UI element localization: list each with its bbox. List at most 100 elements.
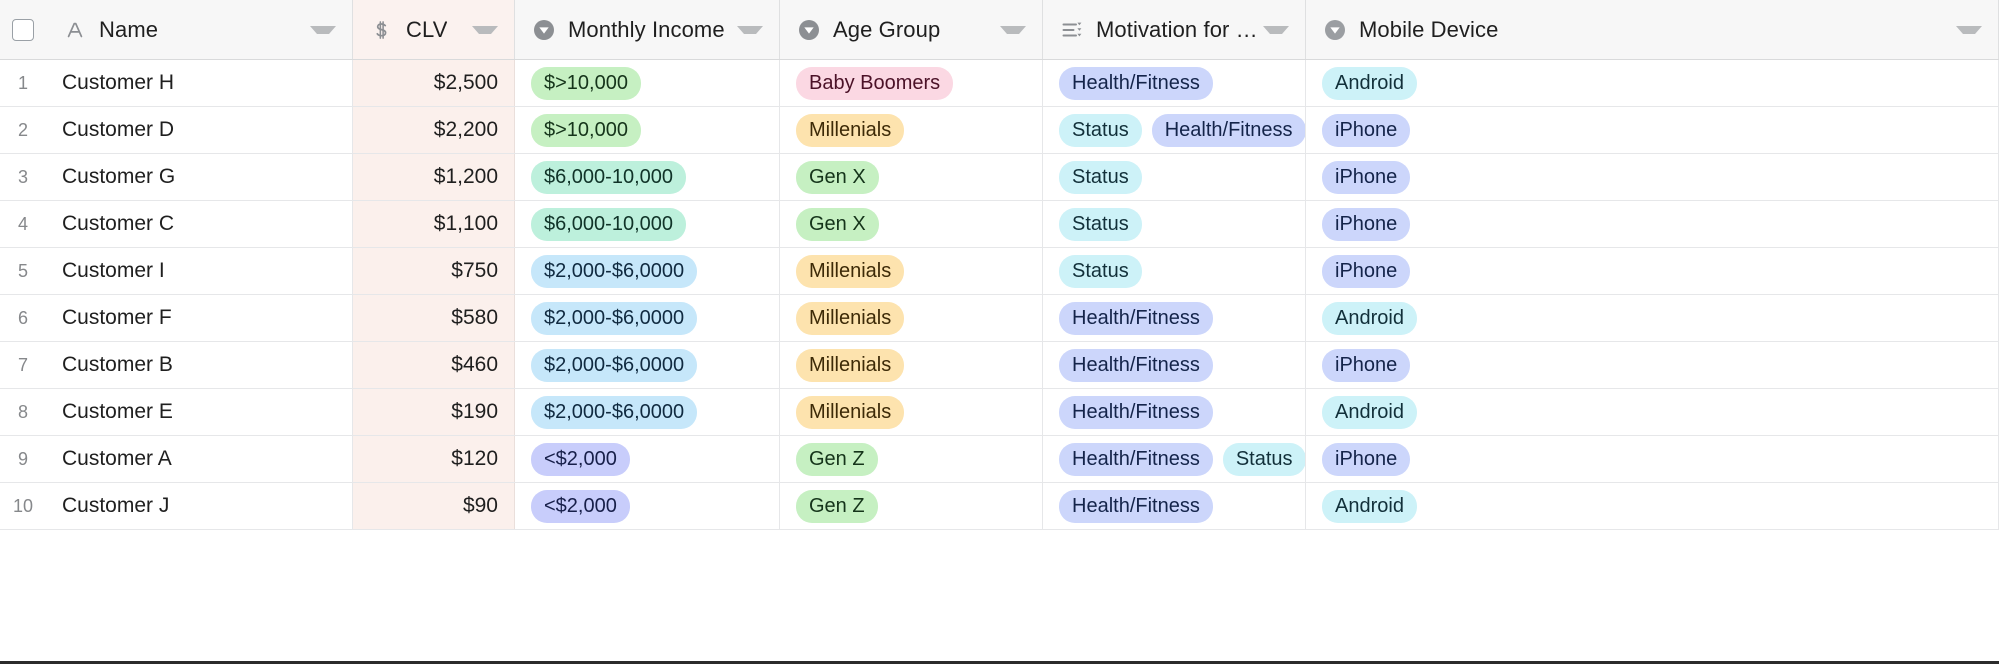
cell-mobile-device[interactable]: iPhone — [1306, 436, 1999, 482]
table-row[interactable]: 7Customer B$460$2,000-$6,0000 Millenials H… — [0, 342, 1999, 389]
cell-mobile-device[interactable]: iPhone — [1306, 201, 1999, 247]
cell-mobile-device[interactable]: Android — [1306, 295, 1999, 341]
column-header-clv[interactable]: CLV — [353, 0, 515, 59]
table-row[interactable]: 6Customer F$580$2,000-$6,0000 Millenials H… — [0, 295, 1999, 342]
tag-chip: Millenials — [796, 302, 904, 335]
cell-age-group[interactable]: Gen X — [780, 201, 1043, 247]
checkbox-icon[interactable] — [12, 19, 34, 41]
cell-motivation[interactable]: Status — [1043, 154, 1306, 200]
cell-age-group[interactable]: Millenials — [780, 389, 1043, 435]
cell-name[interactable]: Customer B — [46, 342, 353, 388]
cell-name[interactable]: Customer D — [46, 107, 353, 153]
cell-motivation[interactable]: Health/Fitness — [1043, 60, 1306, 106]
cell-clv[interactable]: $1,200 — [353, 154, 515, 200]
row-number-cell[interactable]: 2 — [0, 107, 46, 153]
cell-clv[interactable]: $1,100 — [353, 201, 515, 247]
cell-clv[interactable]: $750 — [353, 248, 515, 294]
cell-motivation[interactable]: Health/Fitness — [1043, 342, 1306, 388]
table-row[interactable]: 8Customer E$190$2,000-$6,0000MillenialsH… — [0, 389, 1999, 436]
cell-clv[interactable]: $120 — [353, 436, 515, 482]
chevron-down-icon[interactable] — [472, 26, 498, 34]
cell-monthly-income[interactable]: $6,000-10,000 — [515, 154, 780, 200]
cell-name[interactable]: Customer A — [46, 436, 353, 482]
table-row[interactable]: 3 Customer G$1,200$6,000-10,000Gen XStatu… — [0, 154, 1999, 201]
chevron-down-icon[interactable] — [310, 26, 336, 34]
select-all-cell[interactable] — [0, 0, 46, 59]
row-number-cell[interactable]: 9 — [0, 436, 46, 482]
cell-age-group[interactable]: Baby Boomers — [780, 60, 1043, 106]
cell-motivation[interactable]: Health/FitnessStatus — [1043, 436, 1306, 482]
cell-mobile-device[interactable]: iPhone — [1306, 107, 1999, 153]
cell-mobile-device[interactable]: iPhone — [1306, 342, 1999, 388]
cell-age-group[interactable]: Gen Z — [780, 483, 1043, 529]
column-header-age-group[interactable]: Age Group — [780, 0, 1043, 59]
cell-age-group[interactable]: Gen Z — [780, 436, 1043, 482]
row-number-cell[interactable]: 3 — [0, 154, 46, 200]
cell-age-group[interactable]: Gen X — [780, 154, 1043, 200]
cell-monthly-income[interactable]: $2,000-$6,0000 — [515, 248, 780, 294]
multi-select-field-icon — [1059, 17, 1085, 43]
cell-monthly-income[interactable]: <$2,000 — [515, 483, 780, 529]
cell-age-group[interactable]: Millenials — [780, 295, 1043, 341]
column-header-name[interactable]: Name — [46, 0, 353, 59]
cell-clv[interactable]: $90 — [353, 483, 515, 529]
cell-name[interactable]: Customer J — [46, 483, 353, 529]
cell-motivation[interactable]: Status — [1043, 248, 1306, 294]
cell-monthly-income[interactable]: $2,000-$6,0000 — [515, 389, 780, 435]
row-number-cell[interactable]: 7 — [0, 342, 46, 388]
cell-age-group[interactable]: Millenials — [780, 248, 1043, 294]
column-header-monthly-income[interactable]: Monthly Income — [515, 0, 780, 59]
tag-chip: <$2,000 — [531, 490, 630, 523]
cell-mobile-device[interactable]: Android — [1306, 389, 1999, 435]
cell-motivation[interactable]: StatusHealth/Fitness — [1043, 107, 1306, 153]
cell-motivation[interactable]: Health/Fitness — [1043, 295, 1306, 341]
cell-monthly-income[interactable]: $>10,000 — [515, 107, 780, 153]
cell-name[interactable]: Customer F — [46, 295, 353, 341]
cell-monthly-income[interactable]: $>10,000 — [515, 60, 780, 106]
row-number-cell[interactable]: 10 — [0, 483, 46, 529]
cell-clv[interactable]: $190 — [353, 389, 515, 435]
table-row[interactable]: 1Customer H$2,500$>10,000Baby BoomersHea… — [0, 60, 1999, 107]
table-row[interactable]: 9Customer A$120<$2,000Gen ZHealth/Fitnes… — [0, 436, 1999, 483]
cell-mobile-device[interactable]: Android — [1306, 483, 1999, 529]
cell-motivation[interactable]: Health/Fitness — [1043, 483, 1306, 529]
tag-chip: Millenials — [796, 349, 904, 382]
cell-clv[interactable]: $2,200 — [353, 107, 515, 153]
row-number: 3 — [18, 167, 28, 188]
table-row[interactable]: 10Customer J$90 <$2,000 Gen ZHealth/Fitnes… — [0, 483, 1999, 530]
cell-monthly-income[interactable]: $2,000-$6,0000 — [515, 295, 780, 341]
cell-name[interactable]: Customer G — [46, 154, 353, 200]
table-row[interactable]: 4Customer C$1,100$6,000-10,000Gen XStatu… — [0, 201, 1999, 248]
column-header-mobile-device[interactable]: Mobile Device — [1306, 0, 1999, 59]
cell-name[interactable]: Customer I — [46, 248, 353, 294]
chevron-down-icon[interactable] — [737, 26, 763, 34]
table-row[interactable]: 5Customer I$750$2,000-$6,0000MillenialsS… — [0, 248, 1999, 295]
column-header-motivation-for-buying[interactable]: Motivation for Buying — [1043, 0, 1306, 59]
chevron-down-icon[interactable] — [1956, 26, 1982, 34]
cell-monthly-income[interactable]: $2,000-$6,0000 — [515, 342, 780, 388]
chevron-down-icon[interactable] — [1000, 26, 1026, 34]
cell-mobile-device[interactable]: iPhone — [1306, 154, 1999, 200]
cell-monthly-income[interactable]: $6,000-10,000 — [515, 201, 780, 247]
cell-clv[interactable]: $580 — [353, 295, 515, 341]
cell-monthly-income[interactable]: <$2,000 — [515, 436, 780, 482]
grid-header-row: Name CLV Monthly Income Age Group — [0, 0, 1999, 60]
row-number-cell[interactable]: 5 — [0, 248, 46, 294]
chevron-down-icon[interactable] — [1263, 26, 1289, 34]
cell-motivation[interactable]: Status — [1043, 201, 1306, 247]
row-number-cell[interactable]: 8 — [0, 389, 46, 435]
cell-name[interactable]: Customer C — [46, 201, 353, 247]
row-number-cell[interactable]: 6 — [0, 295, 46, 341]
row-number-cell[interactable]: 1 — [0, 60, 46, 106]
cell-clv[interactable]: $460 — [353, 342, 515, 388]
cell-clv[interactable]: $2,500 — [353, 60, 515, 106]
cell-age-group[interactable]: Millenials — [780, 107, 1043, 153]
row-number-cell[interactable]: 4 — [0, 201, 46, 247]
cell-name[interactable]: Customer E — [46, 389, 353, 435]
cell-mobile-device[interactable]: iPhone — [1306, 248, 1999, 294]
cell-motivation[interactable]: Health/Fitness — [1043, 389, 1306, 435]
cell-age-group[interactable]: Millenials — [780, 342, 1043, 388]
cell-name[interactable]: Customer H — [46, 60, 353, 106]
cell-mobile-device[interactable]: Android — [1306, 60, 1999, 106]
table-row[interactable]: 2Customer D$2,200$>10,000MillenialsStatu… — [0, 107, 1999, 154]
